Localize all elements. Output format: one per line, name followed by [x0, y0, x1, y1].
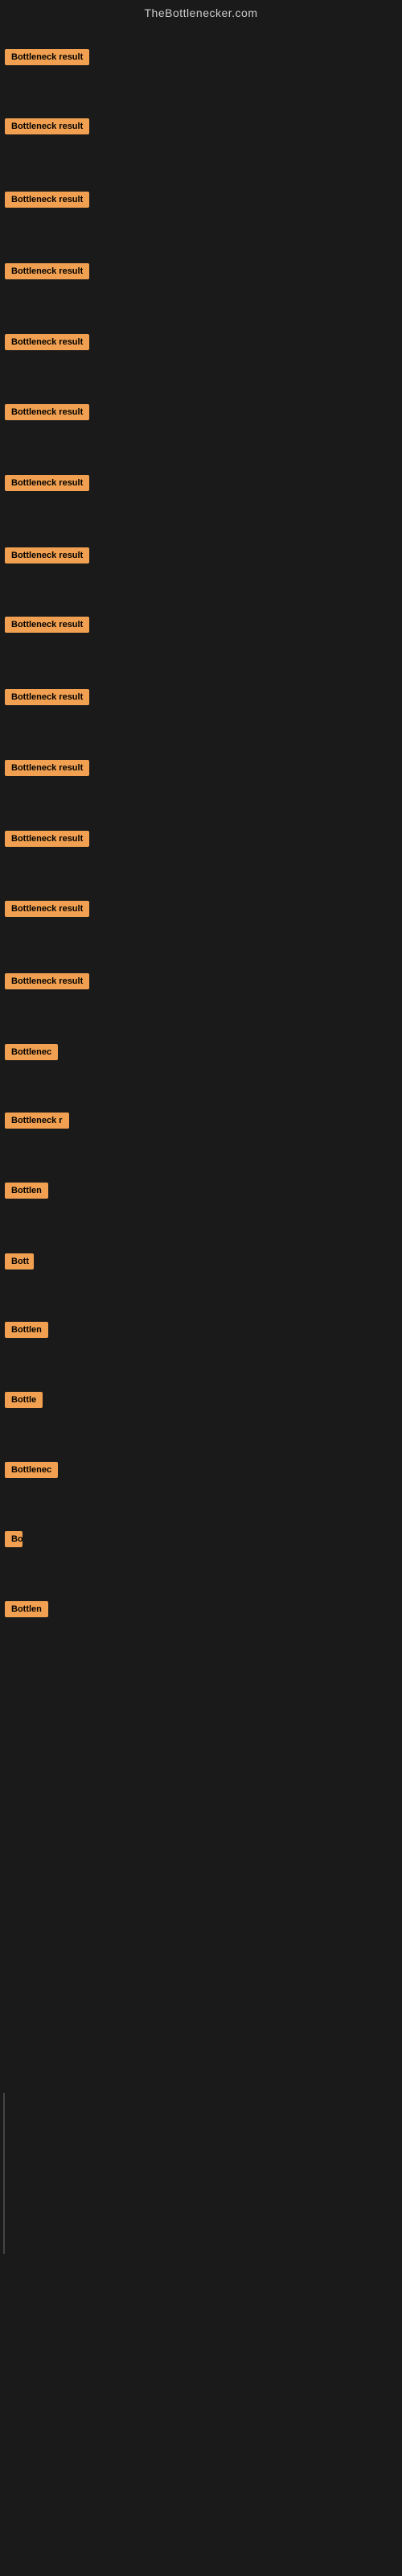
bottleneck-result-badge[interactable]: Bottleneck result — [5, 760, 89, 776]
bottleneck-result-badge[interactable]: Bottleneck result — [5, 901, 89, 917]
list-item: Bottleneck result — [0, 757, 94, 783]
bottleneck-result-badge[interactable]: Bottlen — [5, 1183, 48, 1199]
bottleneck-list — [0, 23, 402, 29]
bottleneck-result-badge[interactable]: Bottlenec — [5, 1462, 58, 1478]
bottleneck-result-badge[interactable]: Bottleneck result — [5, 475, 89, 491]
list-item: Bottleneck result — [0, 544, 94, 571]
list-item: Bottlen — [0, 1319, 53, 1345]
list-item: Bottleneck result — [0, 472, 94, 498]
bottleneck-result-badge[interactable]: Bottleneck result — [5, 547, 89, 564]
list-item: Bott — [0, 1250, 39, 1277]
bottleneck-result-badge[interactable]: Bottleneck result — [5, 118, 89, 134]
list-item: Bottleneck result — [0, 115, 94, 142]
list-item: Bottleneck result — [0, 828, 94, 854]
bottleneck-result-badge[interactable]: Bottle — [5, 1392, 43, 1408]
list-item: Bottleneck r — [0, 1109, 74, 1136]
bottleneck-result-badge[interactable]: Bottlen — [5, 1322, 48, 1338]
bottleneck-result-badge[interactable]: Bottleneck result — [5, 831, 89, 847]
list-item: Bottleneck result — [0, 970, 94, 997]
site-title: TheBottlenecker.com — [0, 0, 402, 23]
list-item: Bottleneck result — [0, 898, 94, 924]
list-item: Bo — [0, 1528, 27, 1554]
list-item: Bottle — [0, 1389, 47, 1415]
list-item: Bottleneck result — [0, 260, 94, 287]
bottleneck-result-badge[interactable]: Bottlenec — [5, 1044, 58, 1060]
bottleneck-result-badge[interactable]: Bottleneck result — [5, 192, 89, 208]
site-header: TheBottlenecker.com — [0, 0, 402, 23]
bottleneck-result-badge[interactable]: Bottleneck result — [5, 334, 89, 350]
list-item: Bottlen — [0, 1598, 53, 1624]
bottleneck-result-badge[interactable]: Bottleneck result — [5, 617, 89, 633]
list-item: Bottleneck result — [0, 188, 94, 215]
bottleneck-result-badge[interactable]: Bottlen — [5, 1601, 48, 1617]
list-item: Bottlenec — [0, 1459, 63, 1485]
list-item: Bottleneck result — [0, 401, 94, 427]
bottleneck-result-badge[interactable]: Bottleneck result — [5, 973, 89, 989]
bottleneck-result-badge[interactable]: Bottleneck result — [5, 49, 89, 65]
bottleneck-result-badge[interactable]: Bottleneck r — [5, 1113, 69, 1129]
bottleneck-result-badge[interactable]: Bottleneck result — [5, 689, 89, 705]
list-item: Bottlenec — [0, 1041, 63, 1067]
bottleneck-result-badge[interactable]: Bo — [5, 1531, 23, 1547]
list-item: Bottleneck result — [0, 331, 94, 357]
list-item: Bottleneck result — [0, 613, 94, 640]
bottleneck-result-badge[interactable]: Bottleneck result — [5, 263, 89, 279]
list-item: Bottleneck result — [0, 686, 94, 712]
list-item: Bottlen — [0, 1179, 53, 1206]
bottleneck-result-badge[interactable]: Bottleneck result — [5, 404, 89, 420]
bottleneck-result-badge[interactable]: Bott — [5, 1253, 34, 1269]
list-item: Bottleneck result — [0, 46, 94, 72]
vertical-line-decoration — [3, 2093, 5, 2254]
